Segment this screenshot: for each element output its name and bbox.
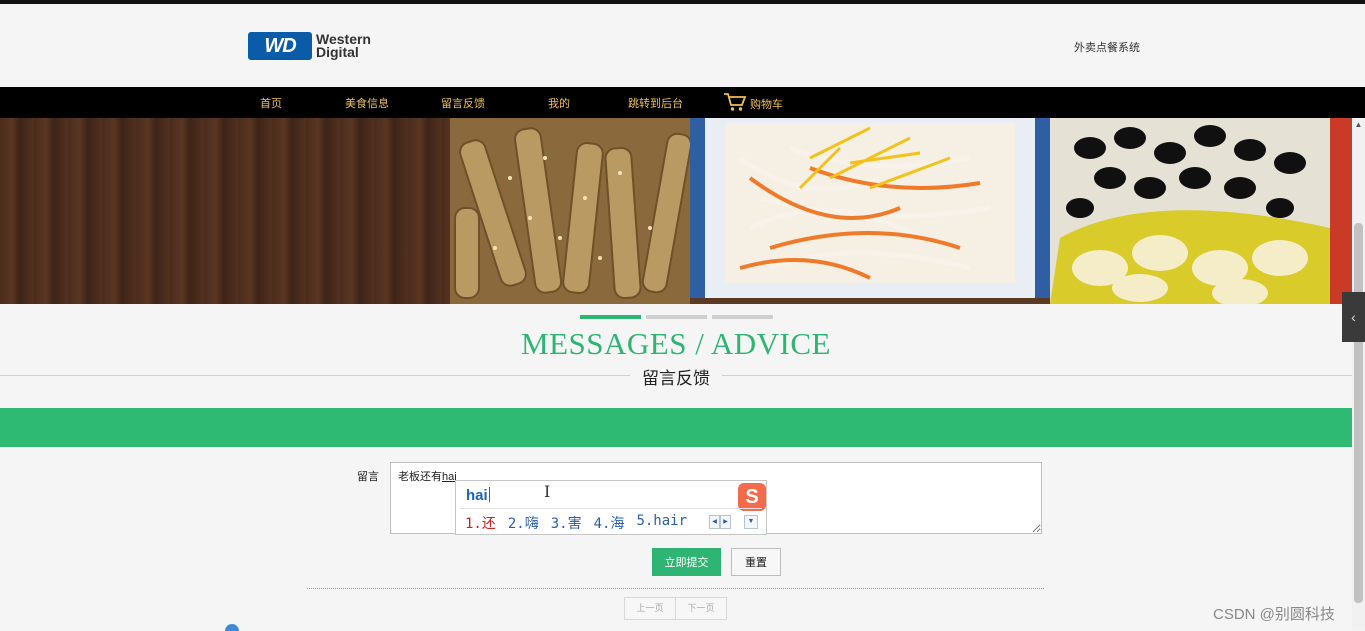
- logo-mark: WD: [248, 32, 312, 60]
- mouse-ibeam-cursor-icon: I: [544, 482, 551, 501]
- food-illustration: [440, 118, 1352, 304]
- site-title: 外卖点餐系统: [1074, 42, 1140, 54]
- banner-wood-background: [0, 118, 450, 304]
- reset-button[interactable]: 重置: [731, 548, 781, 576]
- page-scrollbar[interactable]: ▲: [1352, 118, 1365, 630]
- nav-item-food-info[interactable]: 美食信息: [345, 95, 389, 111]
- ime-expand-icon[interactable]: ▼: [744, 515, 758, 529]
- ime-candidates: 1.还 2.嗨 3.害 4.海 5.hair: [465, 513, 687, 533]
- brand-logo[interactable]: WD Western Digital: [248, 32, 371, 60]
- hero-banner: [0, 118, 1352, 304]
- ime-pager: ◀ ▶: [709, 515, 731, 529]
- ime-candidate-window: hai S 1.还 2.嗨 3.害 4.海 5.hair ◀ ▶ ▼: [455, 480, 767, 535]
- chevron-left-icon: ‹: [1351, 309, 1356, 325]
- nav-item-feedback[interactable]: 留言反馈: [441, 95, 485, 111]
- ime-candidate-4[interactable]: 4.海: [594, 513, 625, 533]
- watermark-text: CSDN @别圆科技: [1213, 606, 1335, 623]
- submit-button[interactable]: 立即提交: [652, 548, 721, 576]
- ime-next-page-icon[interactable]: ▶: [720, 515, 731, 529]
- pagination: 上一页 下一页: [624, 597, 727, 620]
- message-label: 留言: [357, 471, 379, 483]
- ime-candidate-1[interactable]: 1.还: [465, 513, 496, 533]
- logo-line-2: Digital: [316, 44, 359, 60]
- main-nav: 首页 美食信息 留言反馈 我的 跳转到后台 购物车: [0, 87, 1365, 118]
- ime-candidate-5[interactable]: 5.hair: [636, 513, 687, 533]
- section-title-cn: 留言反馈: [630, 364, 722, 389]
- cart-icon: [724, 93, 747, 111]
- green-band: [0, 408, 1352, 447]
- ime-composition: hai: [466, 487, 488, 504]
- site-header: WD Western Digital 外卖点餐系统: [0, 4, 1365, 87]
- scroll-up-arrow-icon[interactable]: ▲: [1352, 118, 1365, 132]
- ime-candidate-3[interactable]: 3.害: [551, 513, 582, 533]
- ime-candidate-2[interactable]: 2.嗨: [508, 513, 539, 533]
- slider-dot-2[interactable]: [646, 315, 707, 319]
- prev-page-button[interactable]: 上一页: [624, 597, 676, 620]
- nav-item-home[interactable]: 首页: [260, 95, 282, 111]
- nav-item-cart[interactable]: 购物车: [723, 92, 783, 112]
- dotted-divider: [307, 588, 1044, 589]
- cart-label: 购物车: [750, 99, 783, 111]
- banner-food-image: [440, 118, 1352, 304]
- banner-slider-indicators: [580, 315, 773, 319]
- section-title-en: MESSAGES / ADVICE: [521, 326, 831, 361]
- scroll-thumb[interactable]: [1354, 223, 1363, 603]
- nav-item-admin[interactable]: 跳转到后台: [628, 95, 683, 111]
- ime-prev-page-icon[interactable]: ◀: [709, 515, 720, 529]
- next-page-button[interactable]: 下一页: [676, 597, 727, 620]
- nav-item-mine[interactable]: 我的: [548, 95, 570, 111]
- ime-separator: [460, 508, 762, 509]
- logo-text: Western Digital: [316, 32, 371, 60]
- slider-dot-3[interactable]: [712, 315, 773, 319]
- sogou-logo-icon: S: [738, 483, 766, 511]
- slider-dot-1[interactable]: [580, 315, 641, 319]
